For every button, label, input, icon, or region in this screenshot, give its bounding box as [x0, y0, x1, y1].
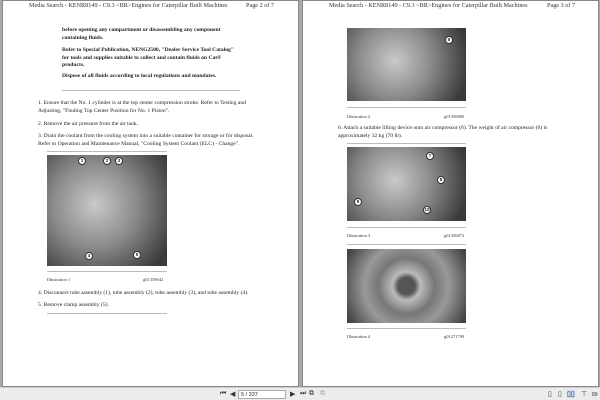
- illustration-caption: Illustration 2: [347, 114, 371, 119]
- paste-icon[interactable]: ⧉: [320, 390, 325, 398]
- divider: [47, 271, 167, 272]
- illustration-code: g01356872: [444, 233, 465, 238]
- pdf-page-2: Media Search - KENR8149 - C9.3 <BR>Engin…: [2, 0, 299, 387]
- warning-text: Refer to Special Publication, NENG2500, …: [62, 47, 234, 69]
- divider: [62, 90, 240, 91]
- illustration-3-photo: 7 8 9 10: [347, 147, 466, 221]
- next-page-button[interactable]: ▶: [290, 390, 295, 398]
- continuous-view-icon[interactable]: ⊤: [581, 390, 587, 398]
- callout: 6: [445, 36, 453, 44]
- illustration-caption: Illustration 1: [47, 277, 71, 282]
- callout: 8: [437, 176, 445, 184]
- divider: [347, 143, 466, 144]
- last-page-button[interactable]: ⏭: [300, 390, 306, 398]
- divider: [47, 313, 167, 314]
- warning-text: Dispose of all fluids according to local…: [62, 73, 217, 79]
- step-3: 3. Drain the coolant from the cooling sy…: [38, 133, 254, 147]
- warning-text: before opening any compartment or disass…: [62, 27, 221, 41]
- illustration-code: g01359642: [143, 277, 164, 282]
- page-number-input[interactable]: 5 / 337: [238, 390, 286, 399]
- divider: [347, 107, 466, 108]
- illustration-4-photo: [347, 249, 466, 323]
- page-header: Media Search - KENR8149 - C9.3 <BR>Engin…: [29, 2, 228, 9]
- callout: 3: [115, 157, 123, 165]
- callout: 7: [426, 152, 434, 160]
- page-number: Page 2 of 7: [246, 2, 275, 9]
- callout: 2: [103, 157, 111, 165]
- page-number: Page 3 of 7: [547, 2, 576, 9]
- single-page-view-icon[interactable]: ▯: [548, 390, 552, 398]
- divider: [347, 244, 466, 245]
- step-2: 2. Remove the air pressure from the air …: [38, 121, 139, 127]
- first-page-button[interactable]: ⏮: [220, 390, 226, 398]
- two-page-view-icon[interactable]: ▯▯: [567, 390, 575, 398]
- page-header: Media Search - KENR8149 - C9.3 <BR>Engin…: [329, 2, 528, 9]
- illustration-caption: Illustration 3: [347, 233, 371, 238]
- illustration-2-photo: 6: [347, 28, 466, 101]
- bookmark-view-icon[interactable]: ▯: [558, 390, 562, 398]
- copy-icon[interactable]: ⧉: [309, 390, 314, 398]
- step-4: 4. Disconnect tube assembly (1), tube as…: [38, 290, 249, 296]
- step-6: 6. Attach a suitable lifting device onto…: [338, 125, 548, 139]
- callout: 10: [423, 206, 431, 214]
- callout: 1: [78, 157, 86, 165]
- callout: 4: [85, 252, 93, 260]
- illustration-1-photo: 1 2 3 4 5: [47, 155, 167, 266]
- viewer-toolbar: ⏮ ◀ 5 / 337 ▶ ⏭ ⧉ ⧉ ▯ ▯ ▯▯ ⊤ 89: [0, 387, 600, 400]
- callout: 5: [133, 251, 141, 259]
- divider: [347, 328, 466, 329]
- prev-page-button[interactable]: ◀: [230, 390, 235, 398]
- divider: [347, 227, 466, 228]
- zoom-level[interactable]: 89: [592, 392, 598, 398]
- step-1: 1. Ensure that the No. 1 cylinder is at …: [38, 100, 246, 114]
- illustration-code: g01271799: [444, 334, 465, 339]
- divider: [47, 151, 167, 152]
- step-5: 5. Remove clamp assembly (5).: [38, 302, 109, 308]
- callout: 9: [354, 198, 362, 206]
- pdf-page-3: Media Search - KENR8149 - C9.3 <BR>Engin…: [302, 0, 599, 387]
- illustration-caption: Illustration 4: [347, 334, 371, 339]
- illustration-code: g01356860: [444, 114, 465, 119]
